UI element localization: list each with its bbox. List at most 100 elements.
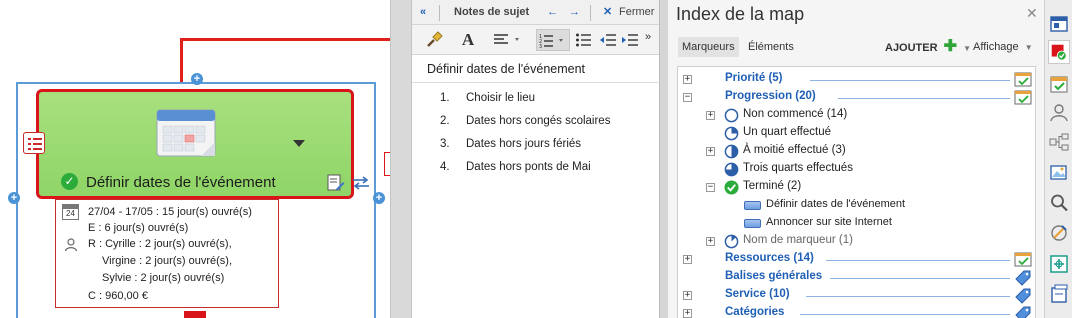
expand-icon[interactable]: + [683, 291, 692, 300]
index-panel-icon[interactable] [1048, 40, 1070, 64]
tree-category[interactable]: + Catégories [678, 305, 1035, 318]
tree-task[interactable]: Définir dates de l'événement [678, 197, 1035, 215]
calendar-check-icon [1014, 252, 1032, 267]
relationship-icon[interactable] [351, 174, 371, 192]
category-label: Service (10) [725, 288, 790, 300]
panel-splitter[interactable] [660, 0, 668, 318]
divider [826, 260, 1010, 261]
add-parent-handle[interactable]: + [191, 73, 203, 85]
adjacent-topic-edge[interactable] [184, 311, 206, 318]
expand-icon[interactable]: + [683, 255, 692, 264]
calendar-image-icon [156, 109, 216, 157]
task-icon [744, 201, 761, 210]
notes-icon[interactable] [23, 132, 45, 154]
expand-icon[interactable]: + [706, 147, 715, 156]
format-panel-icon[interactable] [1048, 12, 1070, 36]
collapse-panel-icon[interactable]: « [420, 0, 426, 25]
list-item: 3. Dates hors jours fériés [440, 138, 582, 150]
map-canvas[interactable]: + + + ✓ Définir dates de l'événement 24 … [0, 0, 390, 318]
align-left-icon[interactable] [492, 29, 524, 51]
decrease-indent-icon[interactable] [598, 29, 618, 51]
add-right-handle[interactable]: + [373, 192, 385, 204]
expand-icon[interactable]: + [706, 111, 715, 120]
view-menu-button[interactable]: Affichage ▼ [973, 37, 1033, 58]
tree-item[interactable]: + À moitié effectué (3) [678, 143, 1035, 161]
chevron-down-icon[interactable] [293, 140, 305, 147]
notes-title[interactable]: Définir dates de l'événement [412, 55, 658, 83]
increase-indent-icon[interactable] [620, 29, 640, 51]
tree-item[interactable]: + Non commencé (14) [678, 107, 1035, 125]
task-cost: C : 960,00 € [88, 290, 148, 302]
chevron-down-icon: ▼ [1024, 43, 1033, 52]
font-icon[interactable]: A [458, 29, 478, 51]
arrow-left-icon[interactable]: ← [547, 0, 558, 25]
collapse-icon[interactable]: − [706, 183, 715, 192]
check-complete-icon: ✓ [61, 173, 78, 190]
arrow-right-icon[interactable]: → [569, 0, 580, 25]
tree-item[interactable]: − Terminé (2) [678, 179, 1035, 197]
close-notes-button[interactable]: Fermer [619, 0, 654, 25]
expand-icon[interactable]: + [683, 309, 692, 318]
edit-note-icon[interactable] [327, 174, 345, 192]
tab-elements[interactable]: Éléments [748, 37, 794, 57]
close-icon[interactable]: ✕ [1026, 5, 1038, 22]
notes-toolbar: A 123 » [412, 25, 659, 55]
panel-title: Index de la map [676, 4, 805, 24]
close-icon[interactable]: ✕ [603, 0, 612, 25]
map-parts-icon[interactable] [1048, 130, 1070, 154]
task-info-box[interactable]: 24 27/04 - 17/05 : 15 jour(s) ouvré(s) E… [55, 199, 279, 308]
tab-markers[interactable]: Marqueurs [678, 37, 739, 57]
search-icon[interactable] [1048, 191, 1070, 215]
images-icon[interactable] [1048, 160, 1070, 184]
progress-three-quarters-icon [724, 162, 739, 177]
divider [830, 278, 1010, 279]
tree-category[interactable]: + Priorité (5) [678, 71, 1035, 89]
tree-task[interactable]: Annoncer sur site Internet [678, 215, 1035, 233]
category-label: Balises générales [725, 270, 823, 282]
panels-sidebar [1044, 0, 1072, 318]
category-label: Ressources (14) [725, 252, 814, 264]
calendar-task-icon[interactable] [1048, 72, 1070, 96]
browser-icon[interactable] [1048, 221, 1070, 245]
tree-category[interactable]: Balises générales [678, 269, 1035, 287]
notes-list[interactable]: 1. Choisir le lieu 2. Dates hors congés sc… [440, 92, 610, 184]
notes-header-title: Notes de sujet [454, 6, 530, 18]
more-tools-icon[interactable]: » [642, 26, 654, 48]
library-icon[interactable] [1048, 282, 1070, 306]
tree-category[interactable]: − Progression (20) [678, 89, 1035, 107]
progress-empty-icon [724, 108, 739, 123]
format-painter-icon[interactable] [424, 29, 444, 51]
numbered-list-icon[interactable]: 123 [536, 29, 570, 51]
add-button[interactable]: AJOUTER ✚ ▼ [885, 37, 971, 59]
collapse-icon[interactable]: − [683, 93, 692, 102]
add-left-handle[interactable]: + [8, 192, 20, 204]
item-label: Trois quarts effectués [743, 162, 853, 174]
expand-icon[interactable]: + [706, 237, 715, 246]
tree-category[interactable]: + Service (10) [678, 287, 1035, 305]
chevron-down-icon: ▼ [963, 44, 972, 53]
tag-icon [1015, 270, 1031, 286]
plus-icon: ✚ [943, 38, 958, 55]
tree-item[interactable]: + Nom de marqueur (1) [678, 233, 1035, 251]
calendar-check-icon [1014, 72, 1032, 87]
list-item: 2. Dates hors congés scolaires [440, 115, 611, 127]
tree-category[interactable]: + Ressources (14) [678, 251, 1035, 269]
index-toolbar: Marqueurs Éléments AJOUTER ✚ ▼ Affichage… [678, 37, 1038, 59]
add-label: AJOUTER [885, 42, 938, 54]
expand-icon[interactable]: + [683, 75, 692, 84]
calendar-icon: 24 [62, 204, 79, 220]
category-label: Progression (20) [725, 90, 816, 102]
marker-tree[interactable]: + Priorité (5) − Progression (20) + Non … [677, 66, 1036, 318]
person-icon [64, 238, 78, 252]
panel-splitter[interactable] [390, 0, 412, 318]
topic-node[interactable]: ✓ Définir dates de l'événement [36, 89, 354, 199]
map-index-panel: Index de la map ✕ Marqueurs Éléments AJO… [668, 0, 1044, 318]
progress-custom-icon [724, 234, 739, 249]
list-item: 4. Dates hors ponts de Mai [440, 161, 591, 173]
outline-icon[interactable] [1048, 252, 1070, 276]
resources-icon[interactable] [1048, 101, 1070, 125]
tree-item[interactable]: Un quart effectué [678, 125, 1035, 143]
tree-item[interactable]: Trois quarts effectués [678, 161, 1035, 179]
bullet-list-icon[interactable] [574, 29, 594, 51]
svg-text:3: 3 [539, 44, 542, 49]
